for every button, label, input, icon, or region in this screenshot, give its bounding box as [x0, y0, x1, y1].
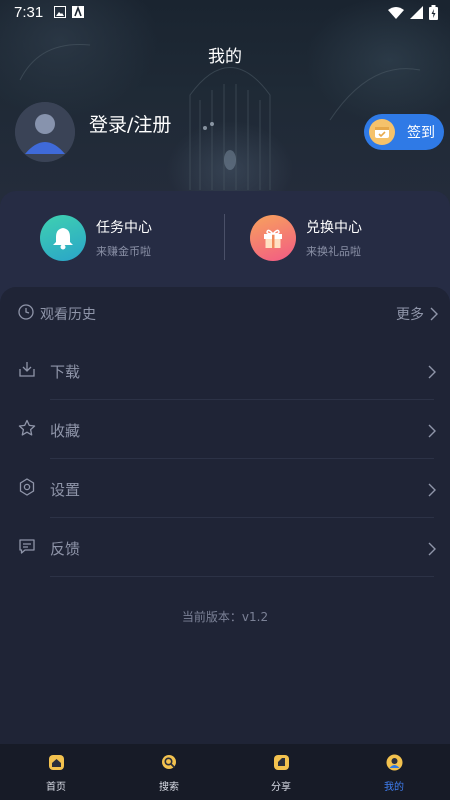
menu-item-feedback[interactable]: 反馈 — [18, 519, 436, 577]
wifi-icon — [388, 6, 404, 23]
avatar[interactable] — [15, 102, 75, 162]
task-center-title: 任务中心 — [96, 220, 152, 236]
star-icon — [18, 419, 36, 441]
menu-item-label: 反馈 — [50, 539, 81, 558]
image-notification-icon — [54, 6, 66, 22]
menu-divider — [50, 399, 434, 400]
default-avatar-icon — [15, 102, 75, 162]
more-link[interactable]: 更多 — [396, 304, 424, 324]
center-divider — [224, 214, 225, 260]
feedback-icon — [18, 537, 36, 559]
bottom-tab-bar: 首页 搜索 分享 我的 — [0, 744, 450, 800]
status-bar: 7:31 — [0, 0, 450, 26]
tab-label: 分享 — [271, 782, 291, 793]
menu-divider — [50, 576, 434, 577]
tab-share[interactable]: 分享 — [251, 744, 311, 800]
download-icon — [18, 360, 36, 382]
tab-label: 首页 — [46, 782, 66, 793]
chevron-right-icon — [430, 306, 438, 325]
task-center-entry[interactable]: 任务中心 来赚金币啦 — [40, 214, 152, 262]
watch-history-row[interactable]: 观看历史 更多 — [18, 304, 438, 324]
menu-divider — [50, 517, 434, 518]
menu-item-download[interactable]: 下载 — [18, 342, 436, 400]
profile-icon — [386, 754, 403, 771]
tab-label: 搜索 — [159, 782, 179, 793]
menu-item-label: 下载 — [50, 362, 81, 381]
exchange-center-entry[interactable]: 兑换中心 来换礼品啦 — [250, 214, 362, 262]
clock-icon — [18, 304, 34, 324]
profile-header-background — [0, 0, 450, 215]
home-icon — [48, 754, 65, 771]
tab-home[interactable]: 首页 — [26, 744, 86, 800]
chevron-right-icon — [428, 423, 436, 442]
bell-icon — [40, 215, 86, 261]
chevron-right-icon — [428, 364, 436, 383]
menu-item-label: 收藏 — [50, 421, 81, 440]
status-time: 7:31 — [14, 4, 44, 21]
menu-item-favorites[interactable]: 收藏 — [18, 401, 436, 459]
menu-item-settings[interactable]: 设置 — [18, 460, 436, 518]
chevron-right-icon — [428, 482, 436, 501]
app-notification-icon — [72, 5, 84, 22]
tab-label: 我的 — [384, 782, 404, 793]
tab-profile[interactable]: 我的 — [364, 744, 424, 800]
task-center-subtitle: 来赚金币啦 — [96, 245, 151, 258]
watch-history-label: 观看历史 — [40, 307, 96, 323]
share-icon — [273, 754, 290, 771]
signal-icon — [410, 6, 423, 23]
version-text: 当前版本：v1.2 — [181, 610, 269, 624]
tab-search[interactable]: 搜索 — [139, 744, 199, 800]
search-icon — [161, 754, 178, 771]
exchange-center-subtitle: 来换礼品啦 — [306, 245, 361, 258]
page-title: 我的 — [208, 47, 242, 67]
settings-icon — [18, 478, 36, 500]
dark-scene-illustration — [19, 43, 421, 190]
menu-divider — [50, 458, 434, 459]
menu-item-label: 设置 — [50, 480, 81, 499]
exchange-center-title: 兑换中心 — [306, 220, 362, 236]
chevron-right-icon — [428, 541, 436, 560]
checkin-button[interactable]: 签到 — [364, 114, 444, 150]
gift-icon — [250, 215, 296, 261]
checkin-label: 签到 — [407, 125, 435, 141]
login-register-link[interactable]: 登录/注册 — [89, 110, 171, 137]
calendar-check-icon — [369, 119, 395, 145]
battery-icon — [429, 5, 438, 24]
